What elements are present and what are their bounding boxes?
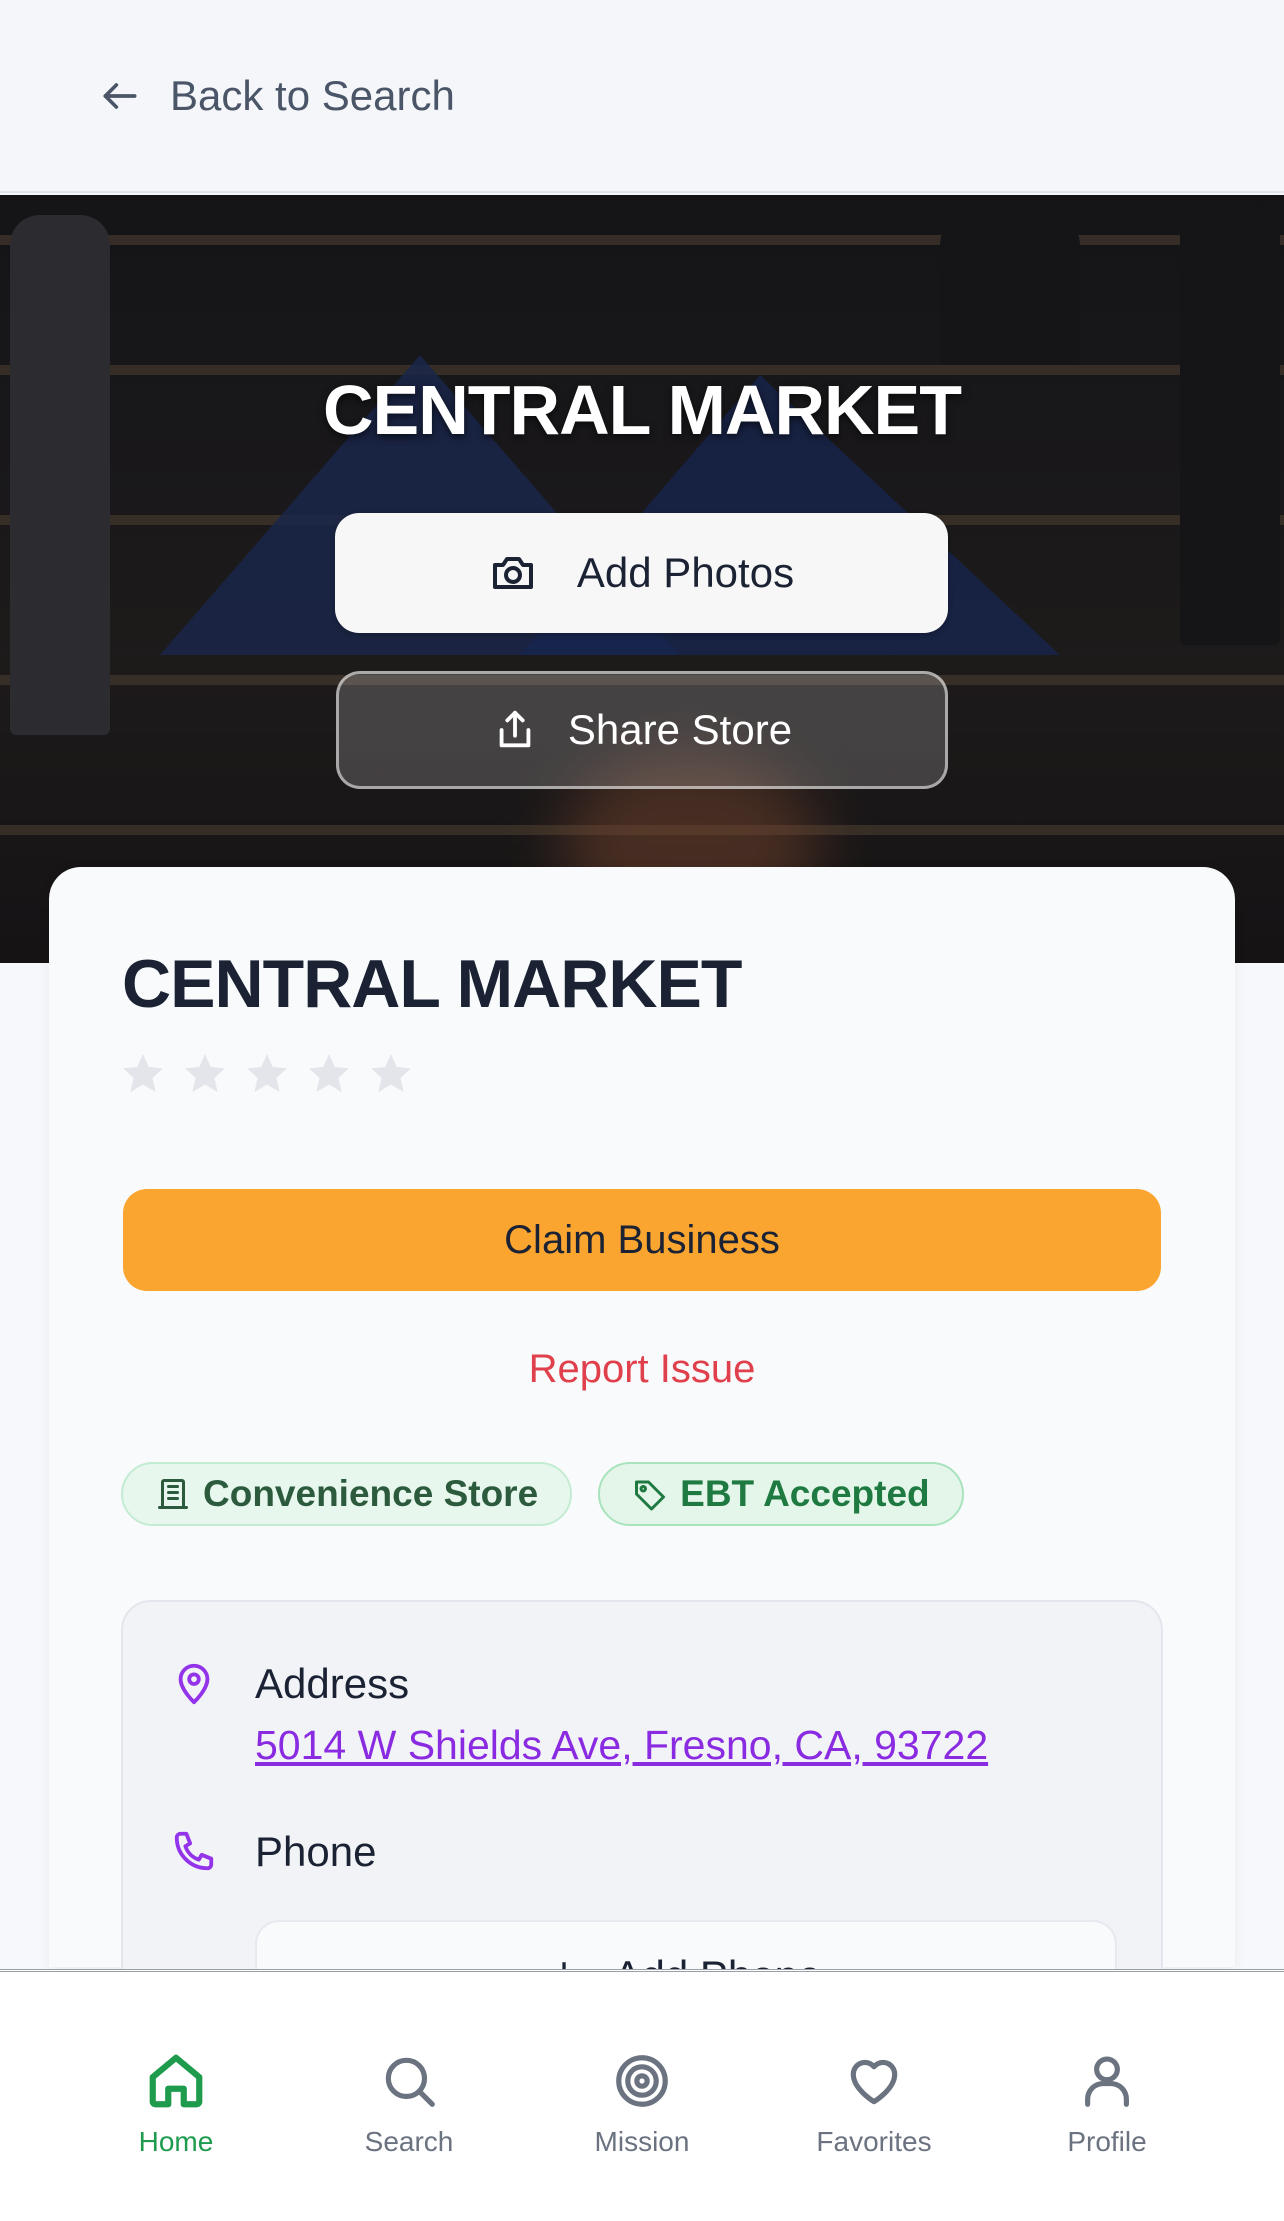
map-pin-icon (178, 1663, 210, 1705)
hero-store-title: CENTRAL MARKET (322, 371, 962, 449)
star-icon[interactable] (243, 1050, 291, 1098)
add-photos-label: Add Photos (576, 549, 795, 596)
claim-business-button[interactable]: Claim Business (123, 1189, 1161, 1291)
nav-label: Profile (1067, 2126, 1147, 2157)
star-icon[interactable] (181, 1050, 229, 1098)
nav-label: Favorites (816, 2126, 932, 2157)
building-icon (158, 1479, 188, 1509)
star-icon[interactable] (305, 1050, 353, 1098)
address-link[interactable]: 5014 W Shields Ave, Fresno, CA, 93722 (255, 1722, 988, 1769)
store-info-box: Address 5014 W Shields Ave, Fresno, CA, … (121, 1600, 1163, 2030)
nav-label: Mission (594, 2126, 690, 2157)
tag-label: Convenience Store (203, 1473, 539, 1514)
star-icon[interactable] (367, 1050, 415, 1098)
tag-icon (635, 1480, 666, 1511)
nav-favorites[interactable]: Favorites (774, 2050, 974, 2158)
add-photos-button[interactable]: Add Photos (335, 513, 948, 633)
target-icon (616, 2055, 668, 2107)
back-to-search-link[interactable]: Back to Search (98, 66, 455, 126)
search-icon (385, 2057, 435, 2107)
phone-icon (174, 1831, 214, 1871)
arrow-left-icon (103, 83, 137, 109)
share-store-label: Share Store (567, 706, 793, 753)
user-icon (1085, 2056, 1129, 2107)
report-issue-link[interactable]: Report Issue (49, 1347, 1235, 1392)
camera-icon (492, 557, 533, 589)
rating-stars[interactable] (119, 1050, 415, 1098)
star-icon[interactable] (119, 1050, 167, 1098)
nav-label: Home (138, 2126, 214, 2157)
nav-mission[interactable]: Mission (542, 2050, 742, 2158)
store-details-card: CENTRAL MARKET Claim Business Report Iss… (49, 867, 1235, 2030)
share-store-button[interactable]: Share Store (336, 671, 948, 789)
nav-home[interactable]: Home (76, 2050, 276, 2158)
nav-profile[interactable]: Profile (1007, 2050, 1207, 2158)
bottom-navigation: Home Search Mission Favorites Profile (0, 1969, 1284, 2221)
store-hero-image: CENTRAL MARKET Add Photos Share Store (0, 195, 1284, 963)
heart-icon (850, 2059, 898, 2105)
store-name: CENTRAL MARKET (122, 946, 742, 1022)
tag-label: EBT Accepted (680, 1473, 930, 1514)
nav-search[interactable]: Search (309, 2050, 509, 2158)
top-bar: Back to Search (0, 0, 1284, 193)
tag-convenience-store: Convenience Store (121, 1462, 573, 1526)
address-label: Address (255, 1660, 410, 1707)
tag-ebt-accepted: EBT Accepted (598, 1462, 964, 1526)
phone-label: Phone (255, 1828, 377, 1875)
back-label: Back to Search (170, 72, 455, 119)
share-icon (499, 710, 531, 748)
store-tags: Convenience Store EBT Accepted (121, 1462, 964, 1526)
home-icon (149, 2054, 203, 2108)
nav-label: Search (364, 2126, 454, 2157)
